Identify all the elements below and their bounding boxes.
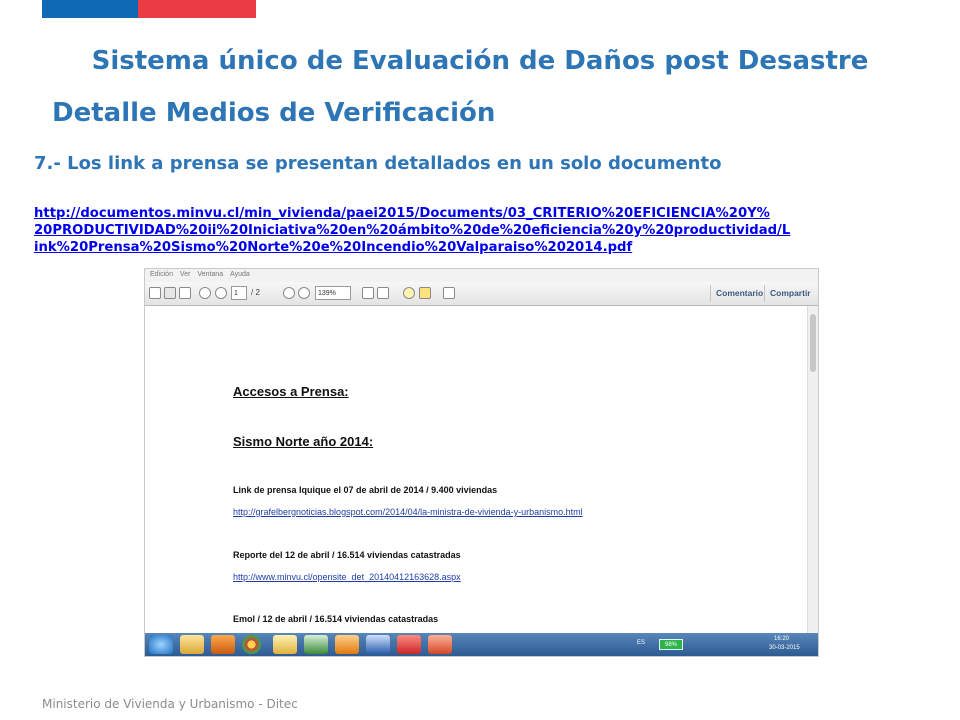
doc-entry-2-text: Reporte del 12 de abril / 16.514 viviend…: [233, 550, 461, 560]
document-page: Accesos a Prensa: Sismo Norte año 2014: …: [145, 306, 807, 633]
clock-time[interactable]: 16:20: [774, 636, 789, 642]
prev-page-icon[interactable]: [199, 287, 211, 299]
powerpoint-icon[interactable]: [428, 635, 452, 654]
doc-heading-sismo: Sismo Norte año 2014:: [233, 434, 374, 449]
battery-indicator[interactable]: 98%: [659, 639, 683, 650]
save-icon[interactable]: [149, 287, 161, 299]
highlight-icon[interactable]: [419, 287, 431, 299]
fit-page-icon[interactable]: [362, 287, 374, 299]
slide-section-title: Detalle Medios de Verificación: [52, 98, 496, 128]
media-icon[interactable]: [211, 635, 235, 654]
doc-entry-2-link[interactable]: http://www.minvu.cl/opensite_det_2014041…: [233, 572, 461, 582]
page-total: / 2: [251, 288, 260, 297]
zoom-select[interactable]: 139%: [315, 286, 351, 300]
flag-red-stripe: [138, 0, 256, 18]
slide-title: Sistema único de Evaluación de Daños pos…: [91, 46, 869, 76]
word-icon[interactable]: [366, 635, 390, 654]
document-link[interactable]: http://documentos.minvu.cl/min_vivienda/…: [34, 205, 934, 256]
slide-subtitle: 7.- Los link a prensa se presentan detal…: [34, 153, 722, 174]
comment-icon[interactable]: [403, 287, 415, 299]
flag-blue-stripe: [42, 0, 138, 18]
folder-icon[interactable]: [180, 635, 204, 654]
zoom-out-icon[interactable]: [283, 287, 295, 299]
document-link-line-3[interactable]: ink%20Prensa%20Sismo%20Norte%20e%20Incen…: [34, 239, 934, 256]
menu-edicion[interactable]: Edición: [150, 271, 173, 278]
outlook-icon[interactable]: [335, 635, 359, 654]
doc-entry-1-link[interactable]: http://grafelbergnoticias.blogspot.com/2…: [233, 507, 583, 517]
print-icon[interactable]: [164, 287, 176, 299]
document-link-line-1[interactable]: http://documentos.minvu.cl/min_vivienda/…: [34, 205, 934, 222]
doc-entry-1-text: Link de prensa Iquique el 07 de abril de…: [233, 485, 498, 495]
clock-date[interactable]: 30-03-2015: [769, 645, 800, 651]
doc-entry-3-text: Emol / 12 de abril / 16.514 viviendas ca…: [233, 614, 439, 624]
page-number-input[interactable]: 1: [231, 286, 247, 300]
fit-width-icon[interactable]: [377, 287, 389, 299]
explorer-icon[interactable]: [273, 635, 297, 654]
zoom-in-icon[interactable]: [298, 287, 310, 299]
next-page-icon[interactable]: [215, 287, 227, 299]
chrome-icon[interactable]: [242, 635, 261, 654]
acrobat-icon[interactable]: [397, 635, 421, 654]
slide-footer: Ministerio de Vivienda y Urbanismo - Dit…: [42, 697, 298, 711]
menu-ventana[interactable]: Ventana: [197, 271, 223, 278]
email-icon[interactable]: [179, 287, 191, 299]
viewer-menubar: Edición Ver Ventana Ayuda: [145, 269, 818, 282]
vertical-scrollbar[interactable]: [807, 306, 818, 633]
viewer-toolbar: 1 / 2 139% Comentario Compartir: [145, 282, 818, 306]
expand-icon[interactable]: [443, 287, 455, 299]
comment-button[interactable]: Comentario: [710, 285, 768, 302]
menu-ayuda[interactable]: Ayuda: [230, 271, 250, 278]
pdf-viewer-screenshot: Edición Ver Ventana Ayuda 1 / 2 139% Com…: [144, 268, 819, 657]
language-indicator[interactable]: ES: [637, 640, 645, 646]
ie-icon[interactable]: [149, 635, 173, 654]
scrollbar-thumb[interactable]: [810, 314, 816, 372]
menu-ver[interactable]: Ver: [180, 271, 191, 278]
document-link-line-2[interactable]: 20PRODUCTIVIDAD%20ii%20Iniciativa%20en%2…: [34, 222, 934, 239]
project-icon[interactable]: [304, 635, 328, 654]
share-button[interactable]: Compartir: [764, 285, 816, 302]
windows-taskbar: ES 98% 16:20 30-03-2015: [145, 633, 818, 656]
doc-heading-accesos: Accesos a Prensa:: [233, 384, 349, 399]
